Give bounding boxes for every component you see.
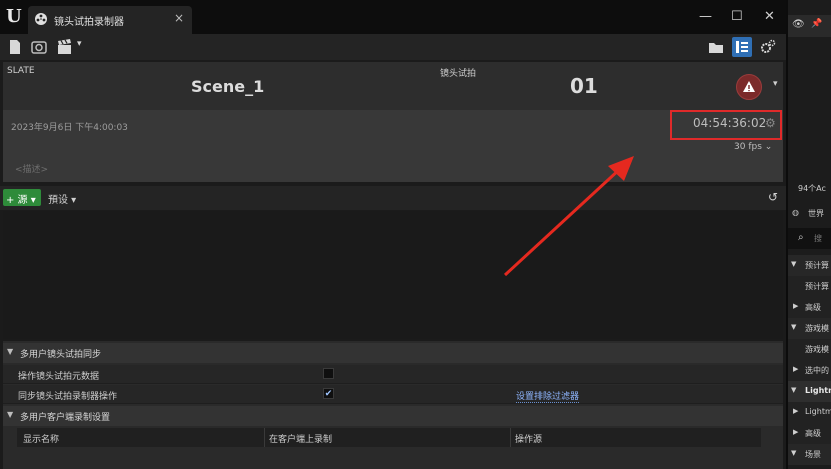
category-scene[interactable]: ▼ 场景 (788, 444, 831, 465)
world-settings-tab[interactable]: ◍ 世界 (788, 203, 831, 224)
property-lightmass[interactable]: ▶ Lightm (788, 402, 831, 423)
take-recorder-window: U 镜头试拍录制器 × — ☐ ✕ ▾ SLATE Scene_1 镜头试拍 0… (0, 0, 786, 469)
category-advanced[interactable]: ▶ 高级 (788, 297, 831, 318)
actor-count: 94个Ac (788, 178, 831, 199)
eye-icon[interactable]: 👁 (792, 19, 805, 30)
category-advanced-2[interactable]: ▶ 高级 (788, 423, 831, 444)
category-precomputed[interactable]: ▼ 预计算 (788, 255, 831, 276)
search-icon: ⌕ (798, 232, 804, 243)
details-search-input[interactable]: ⌕ 搜 (788, 228, 831, 249)
property-precomputed: 预计算 (788, 276, 831, 297)
category-lightmass[interactable]: ▼ Lightm (788, 381, 831, 402)
visibility-header: 👁 📌 (788, 15, 831, 37)
pin-icon[interactable]: 📌 (811, 19, 822, 29)
outliner-details-side-panel: 👁 📌 94个Ac ◍ 世界 ⌕ 搜 ▼ 预计算 预计算 ▶ 高级 ▼ 游戏模 … (786, 0, 831, 469)
property-game-mode: 游戏模 (788, 339, 831, 360)
annotation-arrow (503, 156, 634, 277)
category-selected[interactable]: ▶ 选中的 (788, 360, 831, 381)
globe-icon: ◍ (792, 208, 799, 217)
category-game-mode[interactable]: ▼ 游戏模 (788, 318, 831, 339)
